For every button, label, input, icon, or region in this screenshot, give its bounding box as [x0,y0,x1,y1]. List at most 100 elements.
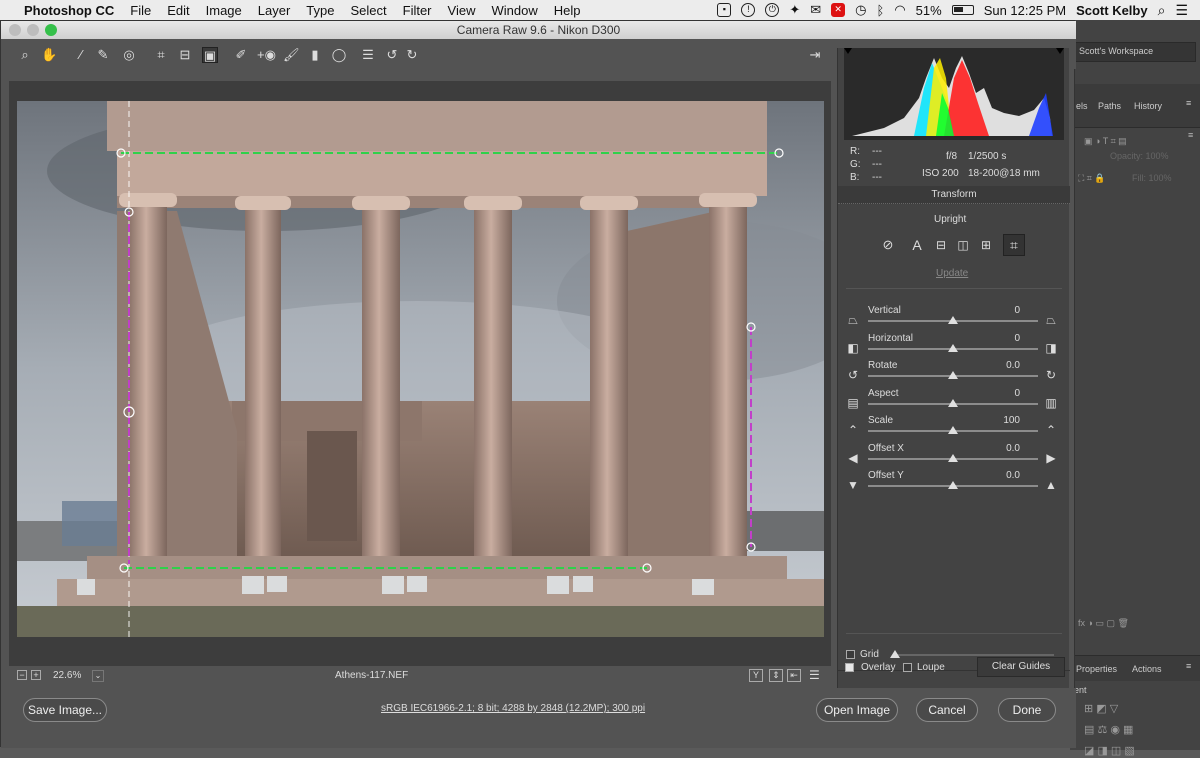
workspace-switcher[interactable]: Scott's Workspace [1074,42,1196,62]
user-name[interactable]: Scott Kelby [1076,3,1148,18]
guide-options: Overlay Loupe Clear Guides [837,651,1069,685]
straighten-tool-icon[interactable]: ⊟ [177,47,193,63]
spot-removal-tool-icon[interactable]: ✐ [233,47,249,63]
properties-menu-icon[interactable]: ≡ [1186,661,1191,671]
toggle-icon[interactable]: ☰ [809,668,820,682]
upright-guided-icon[interactable]: ⌗ [1003,234,1025,256]
power-icon[interactable]: ⏻ [765,3,780,17]
fullscreen-icon[interactable]: ⇥ [807,47,823,63]
menu-filter[interactable]: Filter [395,3,440,18]
slider-knob[interactable] [948,343,958,352]
zoom-out-button[interactable]: − [17,670,27,680]
open-image-button[interactable]: Open Image [816,698,898,722]
menu-layer[interactable]: Layer [250,3,299,18]
tab-channels[interactable]: els [1076,101,1088,111]
wifi-icon[interactable]: ◠ [894,2,905,18]
iso: ISO 200 [922,168,959,179]
slider-value[interactable]: 0 [980,388,1020,399]
adjustment-brush-icon[interactable]: 🖌 [283,47,300,63]
spotlight-icon[interactable]: ⌕ [1158,2,1166,19]
before-after-icon[interactable]: Y [749,669,763,682]
panel-menu-icon[interactable]: ≡ [1186,98,1191,108]
slider-knob[interactable] [948,371,958,379]
color-sampler-tool-icon[interactable]: ✎ [95,47,111,63]
slider-value[interactable]: 0 [980,333,1020,344]
upright-vertical-icon[interactable]: ◫ [956,238,970,252]
cancel-button[interactable]: Cancel [916,698,978,722]
upright-full-icon[interactable]: ⊞ [979,238,993,252]
zoom-in-button[interactable]: + [31,670,41,680]
menu-file[interactable]: File [122,3,159,18]
menu-select[interactable]: Select [342,3,394,18]
info-icon[interactable]: ! [741,3,756,17]
crossed-icon[interactable]: ✕ [831,3,846,17]
bluetooth-icon[interactable]: ᛒ [877,3,885,18]
close-button[interactable] [9,24,21,36]
tab-paths[interactable]: Paths [1098,101,1121,111]
upright-auto-icon[interactable]: A [910,238,924,252]
slider-vertical: Vertical 0 ⏢ ⏢ [838,305,1070,331]
crop-tool-icon[interactable]: ⌗ [153,47,169,63]
rotate-left-icon[interactable]: ↺ [384,47,400,63]
zoom-button[interactable] [45,24,57,36]
zoom-dropdown-icon[interactable]: ⌄ [92,670,104,682]
mail-icon[interactable]: ✉ [810,2,821,18]
preview-image[interactable] [17,101,824,637]
done-button[interactable]: Done [998,698,1056,722]
layers-menu-icon[interactable]: ≡ [1188,130,1200,144]
workflow-options-link[interactable]: sRGB IEC61966-2.1; 8 bit; 4288 by 2848 (… [381,703,645,714]
rotate-right-icon[interactable]: ↻ [404,47,420,63]
notification-icon[interactable]: ☰ [1175,2,1188,19]
zoom-level[interactable]: 22.6% [53,670,81,681]
hand-tool-icon[interactable]: ✋ [41,47,57,63]
loupe-checkbox[interactable] [903,663,912,672]
upright-level-icon[interactable]: ⊟ [934,238,948,252]
menu-window[interactable]: Window [483,3,545,18]
menu-type[interactable]: Type [298,3,342,18]
swap-icon[interactable]: ⇕ [769,669,783,682]
slider-knob[interactable] [948,481,958,489]
clear-guides-button[interactable]: Clear Guides [977,657,1065,677]
battery-percent[interactable]: 51% [916,3,942,18]
battery-icon[interactable] [951,5,974,15]
menu-image[interactable]: Image [198,3,250,18]
graduated-filter-icon[interactable]: ▮ [307,47,323,63]
slider-label: Horizontal [868,332,914,344]
clock[interactable]: Sun 12:25 PM [984,3,1066,18]
red-eye-tool-icon[interactable]: +◉ [257,47,276,63]
menu-edit[interactable]: Edit [159,3,197,18]
save-image-button[interactable]: Save Image... [23,698,107,722]
slider-knob[interactable] [948,426,958,434]
overlay-checkbox[interactable] [845,663,854,672]
slider-value[interactable]: 0.0 [980,470,1020,481]
zoom-tool-icon[interactable]: ⌕ [17,47,33,63]
slider-value[interactable]: 0.0 [980,443,1020,454]
slider-knob[interactable] [948,398,958,407]
minimize-button[interactable] [27,24,39,36]
app-menu[interactable]: Photoshop CC [16,3,122,18]
tab-actions[interactable]: Actions [1132,664,1162,674]
tab-properties[interactable]: Properties [1076,664,1117,674]
slider-value[interactable]: 100 [980,415,1020,426]
slider-value[interactable]: 0.0 [980,360,1020,371]
white-balance-tool-icon[interactable]: ⁄ [73,47,89,63]
adjustment-icons-row1: ⊞ ◩ ▽ [1084,703,1119,715]
camera-icon[interactable]: ▪ [717,3,732,17]
menu-help[interactable]: Help [546,3,589,18]
time-machine-icon[interactable]: ◷ [855,2,866,18]
upright-off-icon[interactable]: ⊘ [881,238,895,252]
update-link[interactable]: Update [936,268,968,279]
ps-properties-tabs: Properties Actions ≡ [1070,655,1200,681]
transform-tool-icon[interactable]: ▣ [202,47,218,63]
slider-knob[interactable] [948,453,958,462]
targeted-adjustment-tool-icon[interactable]: ◎ [121,47,137,63]
opacity-value[interactable]: 100% [1146,151,1169,161]
tab-history[interactable]: History [1134,101,1162,111]
slider-value[interactable]: 0 [980,305,1020,316]
copy-settings-icon[interactable]: ⇤ [787,669,801,682]
menu-view[interactable]: View [440,3,484,18]
slider-knob[interactable] [948,316,958,324]
dropbox-icon[interactable]: ✦ [789,2,800,18]
radial-filter-icon[interactable]: ◯ [331,47,347,63]
preferences-icon[interactable]: ☰ [360,47,376,63]
